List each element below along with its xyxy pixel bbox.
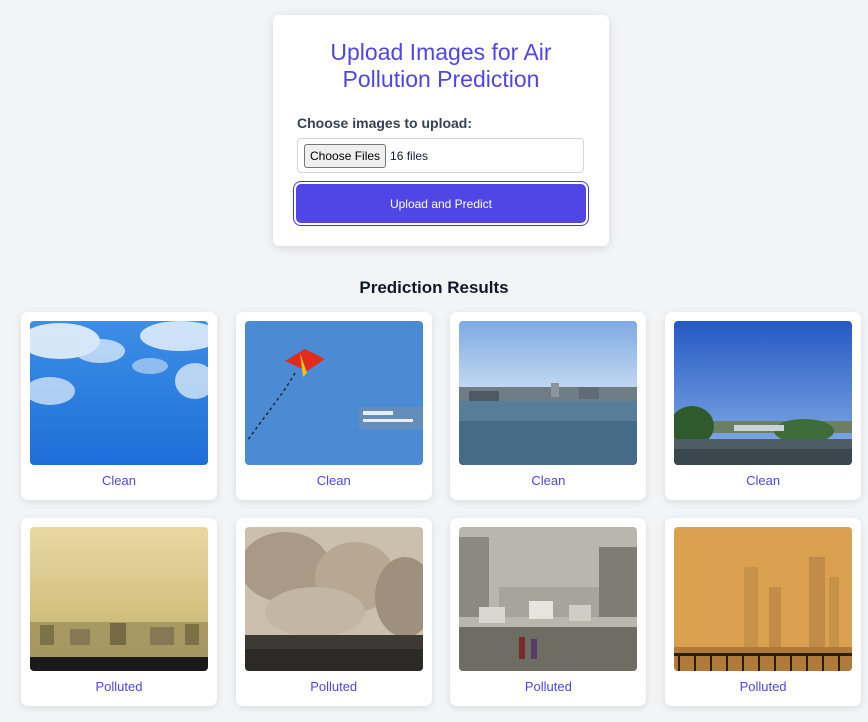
prediction-label: Polluted (310, 679, 358, 694)
result-card: Clean (21, 312, 217, 500)
prediction-label: Polluted (524, 679, 572, 694)
choose-images-label: Choose images to upload: (297, 115, 473, 131)
result-image (459, 527, 638, 671)
result-image (30, 527, 208, 671)
result-card: Clean (665, 312, 862, 500)
result-image (674, 321, 853, 465)
prediction-label: Clean (531, 473, 566, 488)
prediction-label: Clean (316, 473, 351, 488)
prediction-label: Clean (746, 473, 781, 488)
result-image (244, 321, 423, 465)
upload-and-predict-button[interactable]: Upload and Predict (296, 184, 586, 223)
upload-form-card: Upload Images for Air Pollution Predicti… (273, 15, 609, 246)
results-title: Prediction Results (359, 278, 509, 297)
result-image (30, 321, 208, 465)
result-card: Clean (235, 312, 432, 500)
result-card: Clean (450, 312, 647, 500)
result-image (459, 321, 638, 465)
result-card: Polluted (665, 518, 862, 706)
upload-title: Upload Images for Air Pollution Predicti… (330, 39, 552, 92)
result-image (244, 527, 423, 671)
prediction-label: Polluted (95, 679, 143, 694)
result-card: Polluted (235, 518, 432, 706)
file-status: 16 files (390, 148, 429, 163)
results-grid: Clean Clean Clean Clean Polluted Pollute… (21, 312, 862, 706)
prediction-label: Clean (102, 473, 136, 488)
prediction-label: Polluted (739, 679, 787, 694)
result-image (674, 527, 853, 671)
choose-files-button[interactable]: Choose Files (304, 143, 387, 168)
result-card: Polluted (450, 518, 647, 706)
result-card: Polluted (21, 518, 217, 706)
file-input[interactable]: Choose Files 16 files (297, 138, 584, 173)
